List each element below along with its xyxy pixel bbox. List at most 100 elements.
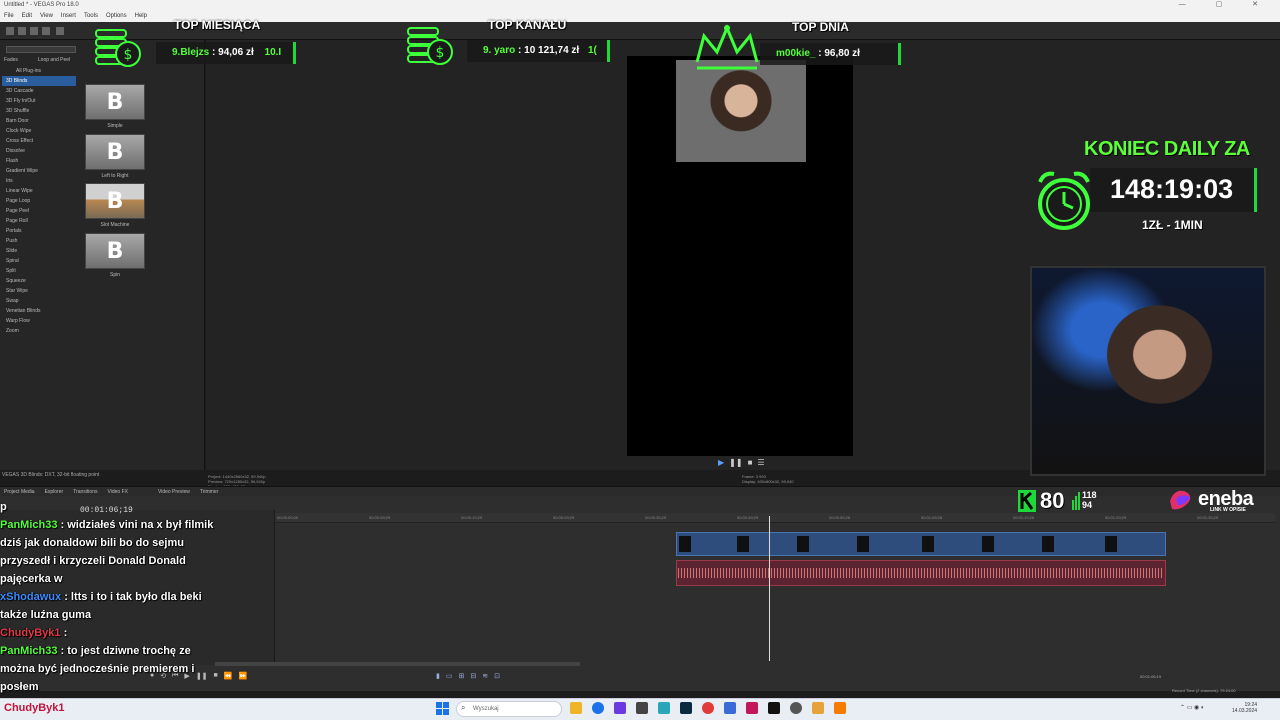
fx-item[interactable]: Squeeze [2,276,76,286]
fx-item[interactable]: 3D Blinds [2,76,76,86]
system-tray[interactable]: ⌃ ▭ ◉ ◐ [1180,704,1205,711]
edge-browser-icon[interactable] [592,702,604,714]
pause-icon[interactable]: ❚❚ [729,458,742,467]
fx-item[interactable]: Zoom [2,326,76,336]
top-month-bar: 9.Blejzs : 94,06 zł 10.I [156,42,296,64]
fx-item[interactable]: Barn Door [2,116,76,126]
open-icon[interactable] [18,27,26,35]
menu-tools[interactable]: Tools [84,13,98,20]
vegas-app-icon[interactable] [680,702,692,714]
top-month-name: 9.Blejzs [172,47,210,58]
preview-frame-line: Display: 400x800x32, 59,940 [742,479,794,484]
transition-preset-thumb[interactable]: B [85,84,145,120]
fx-item[interactable]: Dissolve [2,146,76,156]
fx-item[interactable]: Page Loop [2,196,76,206]
ripple-icon[interactable]: ≋ [482,672,488,680]
menu-options[interactable]: Options [106,13,127,20]
fx-item[interactable]: 3D Cascade [2,86,76,96]
transition-preset-thumb[interactable]: B [85,134,145,170]
fx-item[interactable]: 3D Shuffle [2,106,76,116]
app-icon[interactable] [636,702,648,714]
fx-item[interactable]: Page Peel [2,206,76,216]
tab-trimmer[interactable]: Trimmer [200,489,218,495]
app-icon[interactable] [614,702,626,714]
clip-frame [1105,536,1117,552]
search-icon: ⌕ [461,703,466,712]
top-channel-next: 1( [587,45,597,56]
fx-item[interactable]: Portals [2,226,76,236]
app-icon[interactable] [768,702,780,714]
clip-frame [922,536,934,552]
fx-item[interactable]: Iris [2,176,76,186]
marker-icon[interactable]: ▮ [436,672,440,680]
video-clip[interactable] [676,532,1166,556]
app-icon[interactable] [812,702,824,714]
chat-text: przyszedł i krzyczeli Donald Donald [0,555,186,567]
app-icon[interactable] [702,702,714,714]
window-controls[interactable]: — ▢ ✕ [1179,0,1272,8]
play-icon[interactable]: ▶ [718,458,724,467]
new-project-icon[interactable] [6,27,14,35]
fx-item[interactable]: Split [2,266,76,276]
fx-item[interactable]: Star Wipe [2,286,76,296]
top-month-title: TOP MIESIĄCA [174,18,261,32]
transition-preset-thumb[interactable]: B [85,233,145,269]
fx-folder-tabs: Fades Loop and Peel [4,57,70,63]
fx-item[interactable]: Page Roll [2,216,76,226]
tab-transitions[interactable]: Transitions [73,489,97,495]
fx-item[interactable]: Swap [2,296,76,306]
fx-item[interactable]: Flash [2,156,76,166]
menu-insert[interactable]: Insert [61,13,76,20]
taskbar-search-input[interactable]: Wyszukaj [456,701,562,717]
chat-text: także luźna guma [0,609,92,621]
menu-edit[interactable]: Edit [22,13,32,20]
menu-file[interactable]: File [4,13,14,20]
top-channel-amount: : 10 121,74 zł [518,45,580,56]
ruler-tick: 00:00:09;29 [369,515,391,520]
playhead-cursor[interactable] [769,516,770,661]
render-icon[interactable] [42,27,50,35]
viewers-bottom: 94 [1082,500,1093,510]
app-icon[interactable] [790,702,802,714]
file-explorer-icon[interactable] [570,702,582,714]
tab-explorer[interactable]: Explorer [45,489,64,495]
fx-item[interactable]: Slide [2,246,76,256]
fx-item[interactable]: 3D Fly In/Out [2,96,76,106]
timeline-scrollbar[interactable] [215,662,580,666]
fx-item[interactable]: Venetian Blinds [2,306,76,316]
fx-item[interactable]: Push [2,236,76,246]
menu-view[interactable]: View [40,13,53,20]
ruler-tick: 00:00:49;29 [737,515,759,520]
fx-search-input[interactable] [6,46,76,53]
taskbar-clock[interactable]: 19:24 14.03.2024 [1232,702,1257,714]
transition-preset-thumb[interactable]: B [85,183,145,219]
fx-item[interactable]: Cross Effect [2,136,76,146]
fx-item[interactable]: Gradient Wipe [2,166,76,176]
app-icon[interactable] [834,702,846,714]
tab-video-preview[interactable]: Video Preview [158,489,190,495]
app-icon[interactable] [658,702,670,714]
menu-help[interactable]: Help [135,13,147,20]
fx-all-plugins[interactable]: All Plug-ins [2,66,76,76]
region-icon[interactable]: ▭ [446,672,453,680]
fx-item[interactable]: Linear Wipe [2,186,76,196]
windows-start-icon[interactable] [436,702,449,715]
tab-video-fx[interactable]: Video FX [107,489,127,495]
grid-icon[interactable]: ⊟ [470,672,476,680]
fx-item[interactable]: Warp Flow [2,316,76,326]
stop-icon[interactable]: ■ [748,458,753,467]
fx-tab-loop-peel[interactable]: Loop and Peel [38,57,70,63]
top-day-bar: m00kie_ : 96,80 zł [760,43,901,65]
app-icon[interactable] [746,702,758,714]
menu-icon[interactable]: ☰ [757,458,764,467]
timer-value: 148:19:03 [1110,174,1234,204]
settings-icon[interactable] [56,27,64,35]
snap-icon[interactable]: ⊞ [458,672,464,680]
app-icon[interactable] [724,702,736,714]
lock-icon[interactable]: ⊡ [494,672,500,680]
fx-item[interactable]: Clock Wipe [2,126,76,136]
tab-project-media[interactable]: Project Media [4,489,35,495]
save-icon[interactable] [30,27,38,35]
fx-tab-fades[interactable]: Fades [4,57,18,63]
fx-item[interactable]: Spiral [2,256,76,266]
